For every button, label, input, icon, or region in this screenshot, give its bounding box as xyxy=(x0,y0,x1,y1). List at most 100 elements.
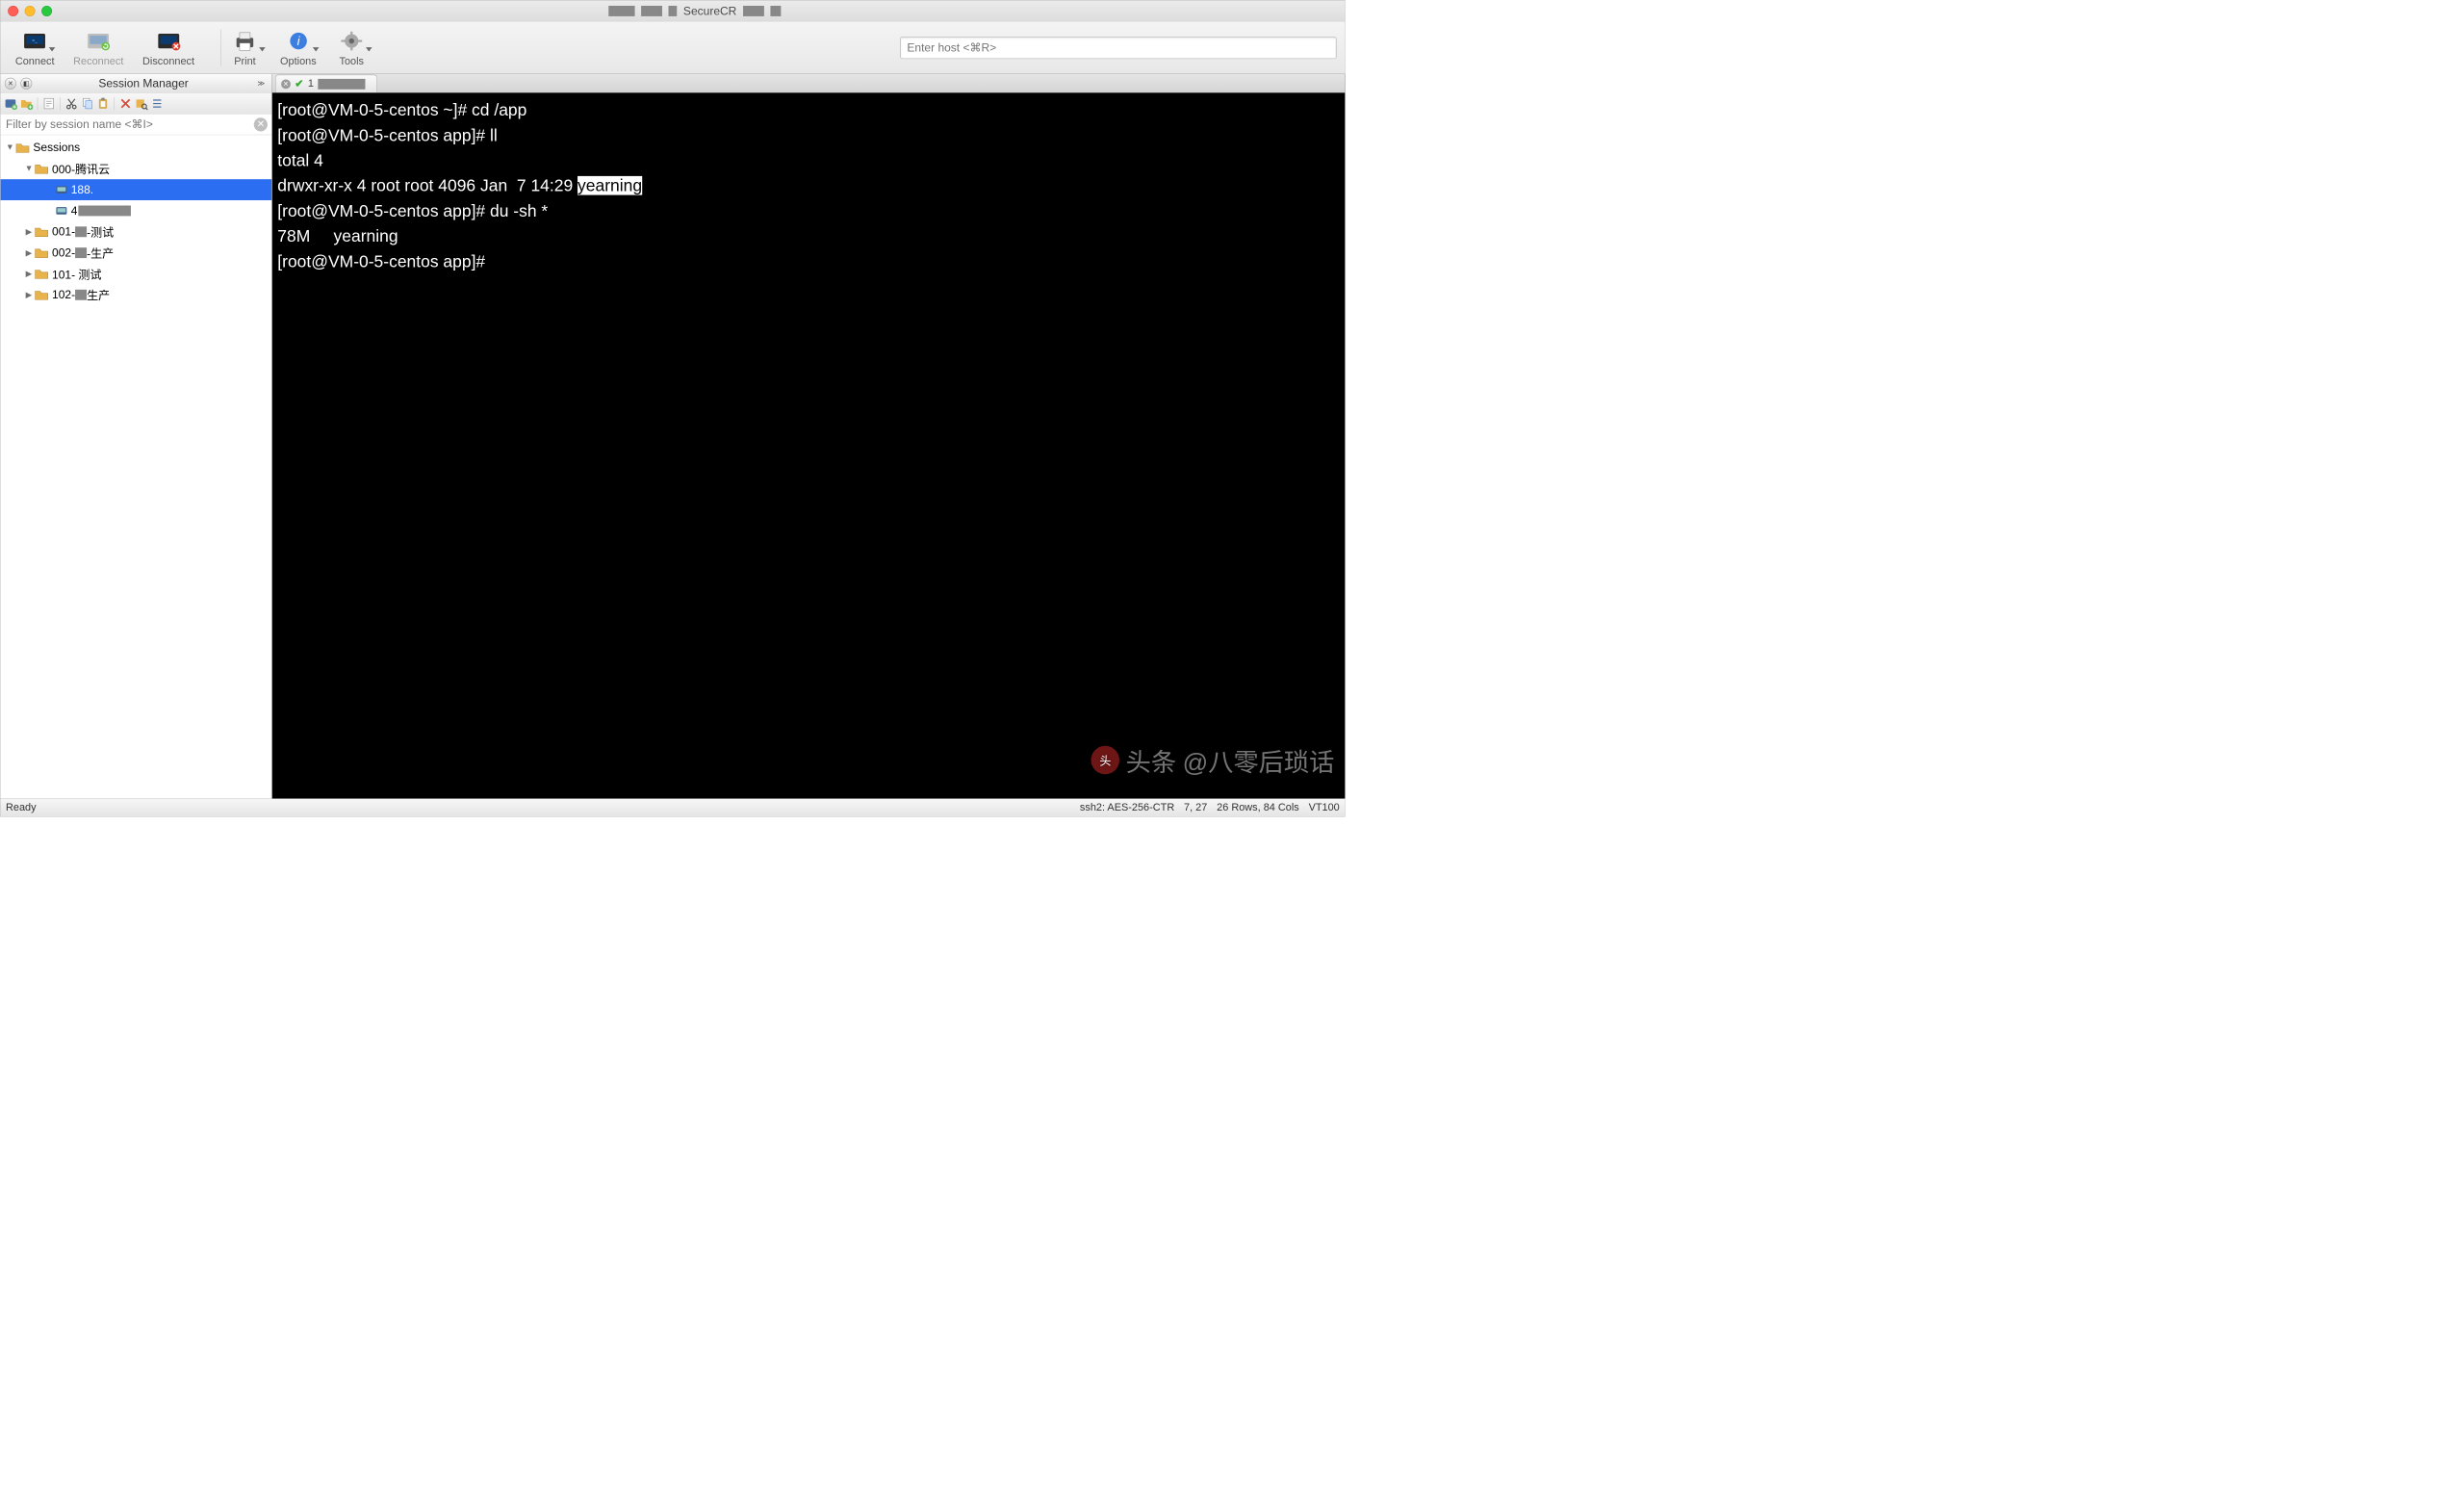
close-tab-button[interactable]: ✕ xyxy=(281,79,291,89)
status-bar: Ready ssh2: AES-256-CTR 7, 27 26 Rows, 8… xyxy=(1,798,1346,816)
tools-button[interactable]: Tools xyxy=(335,27,368,67)
toolbar-separator xyxy=(220,29,221,65)
print-label: Print xyxy=(234,56,255,68)
tab-number: 1 xyxy=(308,78,314,90)
session-manager-panel: ✕ ◧ Session Manager ≫ ✕ ▼ xyxy=(1,74,272,798)
tree-session-188[interactable]: 188. xyxy=(1,179,272,200)
status-left: Ready xyxy=(6,802,37,814)
new-folder-icon[interactable] xyxy=(19,96,33,110)
main-toolbar: >_ Connect Reconnect Disconnect Print i … xyxy=(1,21,1346,74)
folder-icon xyxy=(34,163,48,174)
term-line: [root@VM-0-5-centos app]# ll xyxy=(277,125,497,144)
titlebar: SecureCR xyxy=(1,1,1346,22)
term-line: drwxr-xr-x 4 root root 4096 Jan 7 14:29 xyxy=(277,176,578,195)
redacted-text xyxy=(318,79,365,90)
watermark-prefix: 头条 xyxy=(1126,741,1176,778)
term-highlight: yearning xyxy=(578,176,642,195)
disconnect-label: Disconnect xyxy=(142,56,194,68)
tree-session-4[interactable]: 4 xyxy=(1,200,272,221)
cut-icon[interactable] xyxy=(64,96,78,110)
term-line: total 4 xyxy=(277,151,323,170)
clear-filter-button[interactable]: ✕ xyxy=(254,117,268,131)
watermark-text: @八零后琐话 xyxy=(1183,741,1335,778)
tab-strip: ✕ ✔ 1 xyxy=(272,74,1345,93)
tree-folder-102[interactable]: ▶ 102- 生产 xyxy=(1,284,272,305)
filter-input[interactable] xyxy=(1,114,254,134)
paste-icon[interactable] xyxy=(96,96,110,110)
connected-check-icon: ✔ xyxy=(295,77,303,90)
filter-row: ✕ xyxy=(1,114,272,135)
tree-folder-002[interactable]: ▶ 002- -生产 xyxy=(1,243,272,264)
session-tree[interactable]: ▼ Sessions ▼ 000-腾讯云 188. 4 ▶ xyxy=(1,135,272,798)
terminal-output[interactable]: [root@VM-0-5-centos ~]# cd /app [root@VM… xyxy=(272,93,1345,799)
tree-label: 101- 测试 xyxy=(52,266,101,282)
zoom-window-button[interactable] xyxy=(41,6,52,16)
panel-menu-button[interactable]: ≫ xyxy=(255,77,268,90)
minimize-window-button[interactable] xyxy=(25,6,36,16)
tree-label: 188. xyxy=(71,183,93,196)
pin-panel-button[interactable]: ◧ xyxy=(20,78,32,90)
watermark-logo-icon: 头 xyxy=(1091,746,1119,774)
tree-root-sessions[interactable]: ▼ Sessions xyxy=(1,138,272,159)
status-ssh: ssh2: AES-256-CTR xyxy=(1080,802,1174,814)
connect-button[interactable]: >_ Connect xyxy=(15,27,55,67)
tree-label-b: -生产 xyxy=(87,245,114,261)
find-icon[interactable] xyxy=(135,96,148,110)
session-icon xyxy=(55,205,67,217)
redacted-text xyxy=(75,290,87,300)
redacted-text xyxy=(94,184,167,195)
close-panel-button[interactable]: ✕ xyxy=(5,78,16,90)
tree-folder-001[interactable]: ▶ 001- -测试 xyxy=(1,221,272,243)
options-icon: i xyxy=(282,27,315,54)
folder-icon xyxy=(15,142,30,153)
tree-label-b: 生产 xyxy=(87,287,110,303)
options-label: Options xyxy=(280,56,317,68)
sidebar-title: Session Manager xyxy=(32,76,255,90)
delete-icon[interactable] xyxy=(118,96,132,110)
window-title-text: SecureCR xyxy=(683,4,736,17)
copy-icon[interactable] xyxy=(81,96,94,110)
tree-folder-000[interactable]: ▼ 000-腾讯云 xyxy=(1,158,272,179)
window-traffic-lights xyxy=(8,6,52,16)
tools-label: Tools xyxy=(340,56,364,68)
tools-icon xyxy=(335,27,368,54)
tree-label: 102- xyxy=(52,288,75,301)
dropdown-icon[interactable] xyxy=(366,47,372,51)
close-window-button[interactable] xyxy=(8,6,18,16)
new-session-icon[interactable] xyxy=(4,96,17,110)
print-button[interactable]: Print xyxy=(229,27,262,67)
term-line: [root@VM-0-5-centos app]# xyxy=(277,252,490,271)
list-icon[interactable] xyxy=(150,96,164,110)
reconnect-icon xyxy=(82,27,115,54)
redacted-text xyxy=(78,205,131,216)
dropdown-icon[interactable] xyxy=(49,47,56,51)
dropdown-icon[interactable] xyxy=(259,47,266,51)
tree-label: Sessions xyxy=(33,141,80,154)
options-button[interactable]: i Options xyxy=(280,27,317,67)
tree-folder-101[interactable]: ▶ 101- 测试 xyxy=(1,264,272,285)
status-cursor: 7, 27 xyxy=(1184,802,1207,814)
connect-icon: >_ xyxy=(18,27,51,54)
reconnect-label: Reconnect xyxy=(73,56,123,68)
status-term: VT100 xyxy=(1309,802,1340,814)
session-tab-1[interactable]: ✕ ✔ 1 xyxy=(275,75,377,93)
watermark: 头 头条 @八零后琐话 xyxy=(1091,741,1335,778)
folder-icon xyxy=(34,289,48,300)
folder-icon xyxy=(34,268,48,279)
disconnect-button[interactable]: Disconnect xyxy=(142,27,194,67)
print-icon xyxy=(229,27,262,54)
folder-icon xyxy=(34,247,48,259)
redacted-text xyxy=(75,226,87,237)
disconnect-icon xyxy=(152,27,185,54)
tree-label: 002- xyxy=(52,246,75,260)
tree-label: 4 xyxy=(71,204,78,218)
term-line: [root@VM-0-5-centos app]# du -sh * xyxy=(277,201,548,220)
svg-text:>_: >_ xyxy=(32,39,38,44)
sidebar-header: ✕ ◧ Session Manager ≫ xyxy=(1,74,272,93)
tree-label-b: -测试 xyxy=(87,223,114,240)
dropdown-icon[interactable] xyxy=(313,47,320,51)
properties-icon[interactable] xyxy=(42,96,56,110)
reconnect-button[interactable]: Reconnect xyxy=(73,27,123,67)
host-input[interactable] xyxy=(900,37,1336,59)
connect-label: Connect xyxy=(15,56,55,68)
